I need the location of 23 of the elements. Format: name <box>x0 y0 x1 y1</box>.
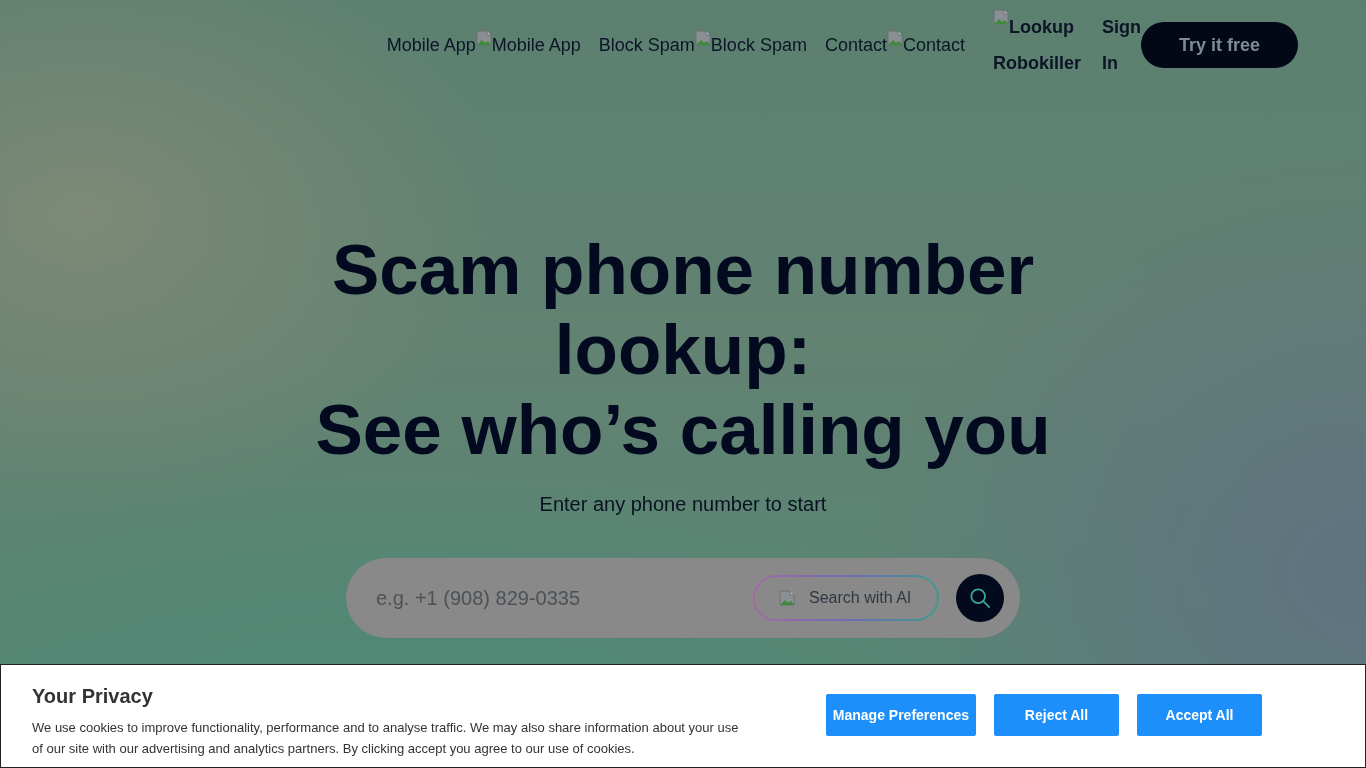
broken-image-icon <box>886 30 903 46</box>
banner-title: Your Privacy <box>32 684 153 708</box>
hero-title: Scam phone number lookup: See who’s calling you <box>314 230 1052 470</box>
banner-text: We use cookies to improve functionality, performance and to analyse traffic. We may also share information about your use of our site with our advertising and analytics partners. By clicking accept you agree to our use of cookies. <box>32 719 740 758</box>
nav-link[interactable]: Block Spam Block Spam <box>598 34 807 56</box>
broken-image-icon <box>475 30 492 46</box>
logo-link[interactable]: Lookup Robokiller <box>993 9 1089 81</box>
broken-image-icon <box>993 9 1009 25</box>
consent-button[interactable]: Accept All <box>1137 694 1262 736</box>
consent-button[interactable]: Manage Preferences <box>825 694 976 736</box>
broken-image-icon <box>694 30 711 46</box>
hero-subtitle: Enter any phone number to start <box>539 492 827 516</box>
try-free-button[interactable]: Try it free <box>1141 22 1298 68</box>
ai-search-button[interactable]: Search with AI <box>753 575 939 621</box>
search-button[interactable] <box>956 574 1004 622</box>
broken-image-icon <box>779 590 795 606</box>
phone-number-input[interactable]: e.g. +1 (908) 829-0335 <box>376 578 753 618</box>
search-icon <box>969 587 991 609</box>
consent-button[interactable]: Reject All <box>994 694 1119 736</box>
sign-in-link[interactable]: Sign In <box>1102 9 1141 81</box>
nav-link[interactable]: Contact Contact <box>824 34 965 56</box>
nav-link[interactable]: Mobile App Mobile App <box>386 34 581 56</box>
phone-search-field[interactable]: e.g. +1 (908) 829-0335 Search with AI <box>346 558 1020 638</box>
